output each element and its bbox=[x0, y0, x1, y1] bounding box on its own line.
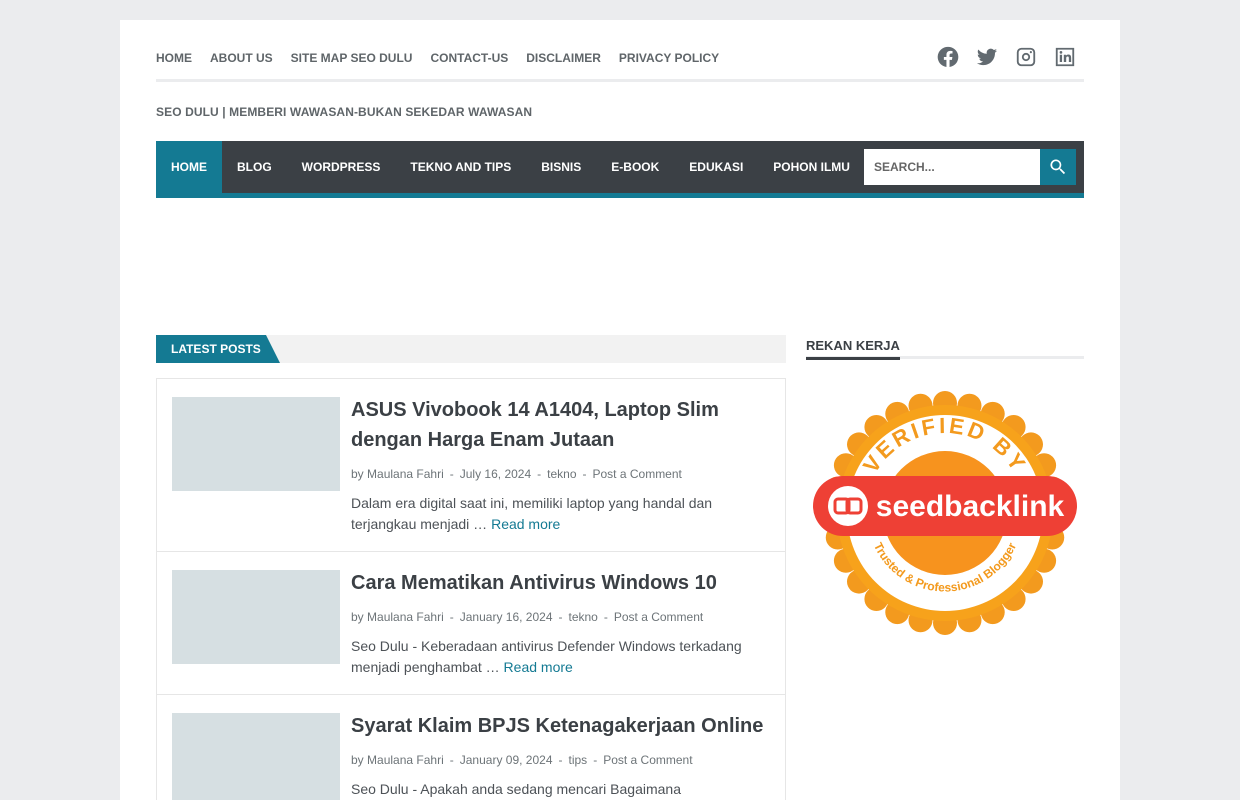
post-date: January 16, 2024 bbox=[459, 610, 553, 624]
twitter-icon[interactable] bbox=[976, 46, 998, 68]
top-nav-about-us[interactable]: ABOUT US bbox=[210, 51, 273, 65]
read-more-link[interactable]: Read more bbox=[504, 659, 573, 675]
post-title[interactable]: Syarat Klaim BPJS Ketenagakerjaan Online bbox=[351, 711, 771, 741]
latest-posts-label: LATEST POSTS bbox=[156, 335, 280, 363]
facebook-icon[interactable] bbox=[937, 46, 959, 68]
post-meta: by Maulana Fahri - January 16, 2024- tekno -… bbox=[351, 610, 704, 624]
main-nav-e-book[interactable]: E-BOOK bbox=[596, 141, 674, 193]
top-nav-privacy-policy[interactable]: PRIVACY POLICY bbox=[619, 51, 719, 65]
post-by: by bbox=[351, 467, 364, 481]
post-item: Cara Mematikan Antivirus Windows 10 by M… bbox=[157, 552, 785, 695]
main-nav-wordpress[interactable]: WORDPRESS bbox=[287, 141, 396, 193]
post-date: July 16, 2024 bbox=[459, 467, 532, 481]
page: HOME ABOUT US SITE MAP SEO DULU CONTACT-… bbox=[120, 20, 1120, 800]
social-links bbox=[937, 46, 1076, 68]
post-excerpt: Dalam era digital saat ini, memiliki lap… bbox=[351, 493, 751, 535]
post-by: by bbox=[351, 610, 364, 624]
main-nav-pohon-ilmu[interactable]: POHON ILMU bbox=[758, 141, 865, 193]
main-nav-edukasi[interactable]: EDUKASI bbox=[674, 141, 758, 193]
read-more-link[interactable]: Read more bbox=[491, 516, 560, 532]
post-excerpt: Seo Dulu - Keberadaan antivirus Defender… bbox=[351, 636, 751, 678]
main-nav-home[interactable]: HOME bbox=[156, 141, 222, 193]
post-author[interactable]: Maulana Fahri bbox=[367, 610, 444, 624]
post-excerpt: Seo Dulu - Apakah anda sedang mencari Ba… bbox=[351, 779, 751, 800]
linkedin-icon[interactable] bbox=[1054, 46, 1076, 68]
top-nav-contact-us[interactable]: CONTACT-US bbox=[430, 51, 508, 65]
post-author[interactable]: Maulana Fahri bbox=[367, 467, 444, 481]
post-meta: by Maulana Fahri - July 16, 2024- tekno - Pos… bbox=[351, 467, 682, 481]
main-nav-bisnis[interactable]: BISNIS bbox=[526, 141, 596, 193]
post-comment-link[interactable]: Post a Comment bbox=[614, 610, 703, 624]
search-button[interactable] bbox=[1040, 149, 1076, 185]
post-list: ASUS Vivobook 14 A1404, Laptop Slim deng… bbox=[156, 378, 786, 800]
instagram-icon[interactable] bbox=[1015, 46, 1037, 68]
post-item: Syarat Klaim BPJS Ketenagakerjaan Online… bbox=[157, 695, 785, 800]
top-nav-site-map[interactable]: SITE MAP SEO DULU bbox=[291, 51, 413, 65]
post-comment-link[interactable]: Post a Comment bbox=[593, 467, 682, 481]
badge-brand-text: seedbacklink bbox=[876, 490, 1065, 523]
post-meta: by Maulana Fahri - January 09, 2024- tips - P… bbox=[351, 753, 693, 767]
top-navigation: HOME ABOUT US SITE MAP SEO DULU CONTACT-… bbox=[156, 20, 1084, 82]
latest-posts-header: LATEST POSTS bbox=[156, 335, 786, 363]
search-icon bbox=[1050, 159, 1066, 175]
seedbacklink-verified-badge[interactable]: VERIFIED BY Trusted & Professional Blogg… bbox=[810, 388, 1080, 638]
post-by: by bbox=[351, 753, 364, 767]
post-title[interactable]: ASUS Vivobook 14 A1404, Laptop Slim deng… bbox=[351, 395, 771, 455]
post-title[interactable]: Cara Mematikan Antivirus Windows 10 bbox=[351, 568, 771, 598]
post-item: ASUS Vivobook 14 A1404, Laptop Slim deng… bbox=[157, 379, 785, 552]
post-date: January 09, 2024 bbox=[459, 753, 553, 767]
main-nav-blog[interactable]: BLOG bbox=[222, 141, 287, 193]
post-thumbnail[interactable] bbox=[172, 713, 340, 800]
sidebar-heading: REKAN KERJA bbox=[806, 337, 1084, 360]
post-thumbnail[interactable] bbox=[172, 397, 340, 491]
search-box bbox=[864, 149, 1076, 185]
post-comment-link[interactable]: Post a Comment bbox=[603, 753, 692, 767]
post-author[interactable]: Maulana Fahri bbox=[367, 753, 444, 767]
post-excerpt-text: Seo Dulu - Apakah anda sedang mencari Ba… bbox=[351, 781, 681, 797]
main-nav-tekno-and-tips[interactable]: TEKNO AND TIPS bbox=[395, 141, 526, 193]
top-nav-home[interactable]: HOME bbox=[156, 51, 192, 65]
main-navigation: HOME BLOG WORDPRESS TEKNO AND TIPS BISNI… bbox=[156, 141, 1084, 198]
post-category[interactable]: tips bbox=[569, 753, 588, 767]
post-category[interactable]: tekno bbox=[569, 610, 598, 624]
search-input[interactable] bbox=[864, 149, 1040, 185]
sidebar-heading-text: REKAN KERJA bbox=[806, 338, 900, 360]
post-thumbnail[interactable] bbox=[172, 570, 340, 664]
site-tagline: SEO DULU | MEMBERI WAWASAN-BUKAN SEKEDAR… bbox=[156, 105, 533, 119]
top-nav-disclaimer[interactable]: DISCLAIMER bbox=[526, 51, 601, 65]
post-category[interactable]: tekno bbox=[547, 467, 576, 481]
